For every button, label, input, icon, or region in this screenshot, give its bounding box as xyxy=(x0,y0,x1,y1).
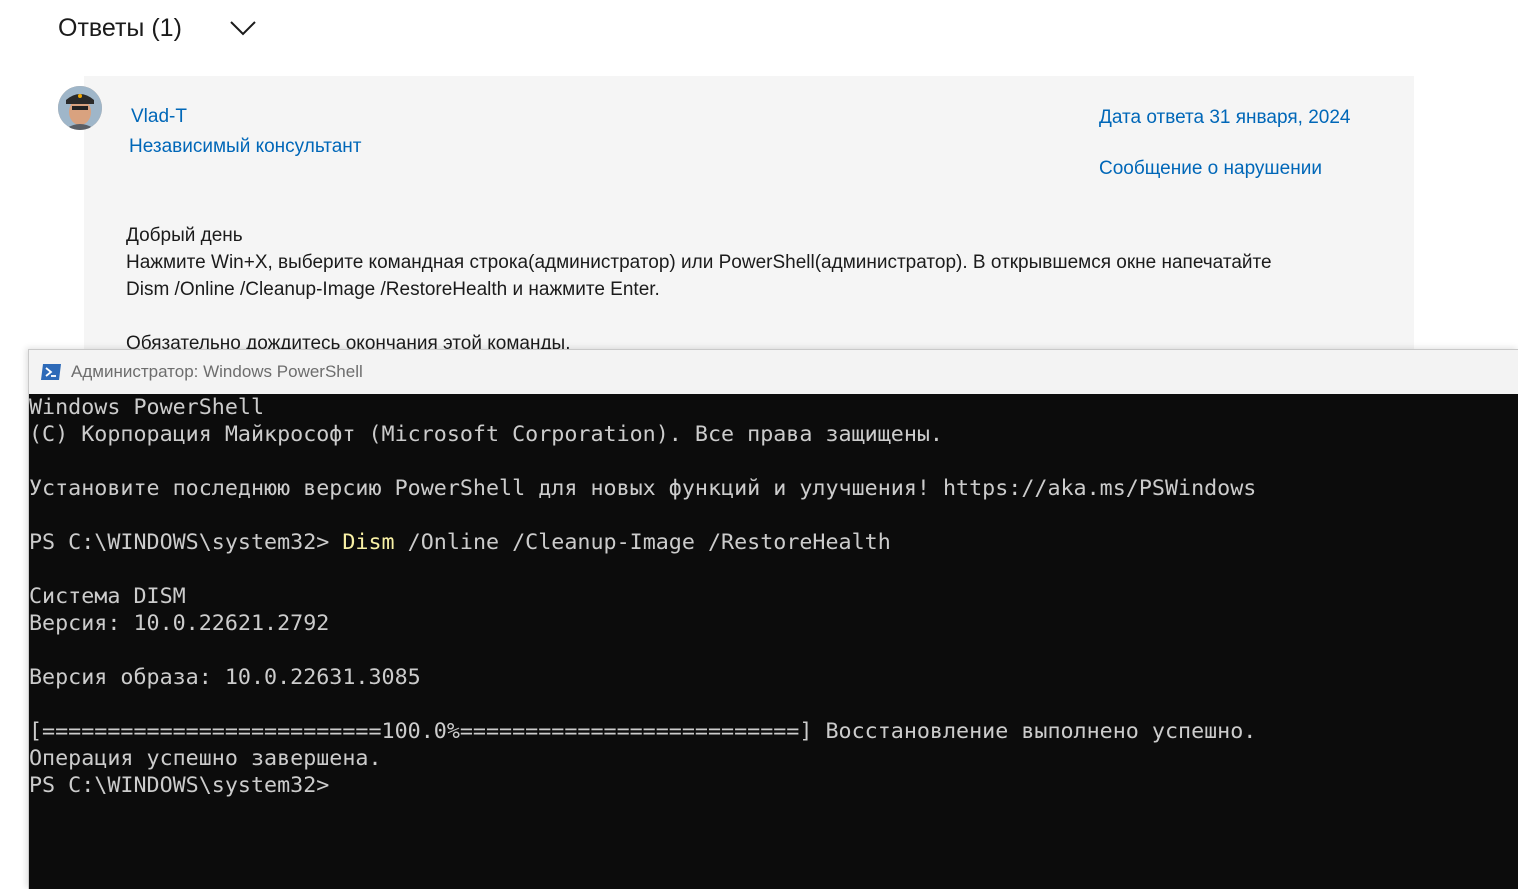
console-command-args: /Online /Cleanup-Image /RestoreHealth xyxy=(394,530,891,555)
powershell-window-title: Администратор: Windows PowerShell xyxy=(71,362,363,381)
powershell-titlebar[interactable]: Администратор: Windows PowerShell xyxy=(29,350,1518,394)
author-role-link[interactable]: Независимый консультант xyxy=(129,136,362,158)
powershell-console[interactable]: Windows PowerShell (C) Корпорация Майкро… xyxy=(29,394,1518,889)
answer-instruction-line2: Dism /Online /Cleanup-Image /RestoreHeal… xyxy=(126,279,660,300)
console-prompt-line: PS C:\WINDOWS\system32> xyxy=(29,773,330,798)
answer-instruction-line1: Нажмите Win+X, выберите командная строка… xyxy=(126,252,1272,273)
user-photo-icon xyxy=(58,86,102,130)
answer-greeting: Добрый день xyxy=(126,225,243,246)
chevron-down-icon xyxy=(230,21,256,36)
answers-header: Ответы (1) xyxy=(58,10,182,46)
answer-body: Добрый день Нажмите Win+X, выберите кома… xyxy=(126,222,1386,357)
console-line: Установите последнюю версию PowerShell д… xyxy=(29,476,1257,501)
console-line: (C) Корпорация Майкрософт (Microsoft Cor… xyxy=(29,422,943,447)
report-abuse-link[interactable]: Сообщение о нарушении xyxy=(1099,158,1322,180)
console-prompt: PS C:\WINDOWS\system32> xyxy=(29,530,343,555)
powershell-window[interactable]: Администратор: Windows PowerShell Window… xyxy=(28,349,1518,889)
console-command-keyword: Dism xyxy=(342,530,395,555)
answers-title: Ответы (1) xyxy=(58,13,182,42)
console-command-line: PS C:\WINDOWS\system32> Dism /Online /Cl… xyxy=(29,529,1518,556)
author-name-link[interactable]: Vlad-T xyxy=(131,106,187,128)
console-line: Версия образа: 10.0.22631.3085 xyxy=(29,665,421,690)
console-line: Система DISM xyxy=(29,584,186,609)
console-progress-line: [==========================100.0%=======… xyxy=(29,719,1257,744)
answer-date: Дата ответа 31 января, 2024 xyxy=(1099,107,1351,128)
console-line: Windows PowerShell xyxy=(29,395,265,420)
console-line: Версия: 10.0.22621.2792 xyxy=(29,611,330,636)
avatar[interactable] xyxy=(58,86,102,130)
console-line: Операция успешно завершена. xyxy=(29,746,382,771)
powershell-icon xyxy=(40,363,62,381)
collapse-answers-button[interactable] xyxy=(228,16,258,40)
